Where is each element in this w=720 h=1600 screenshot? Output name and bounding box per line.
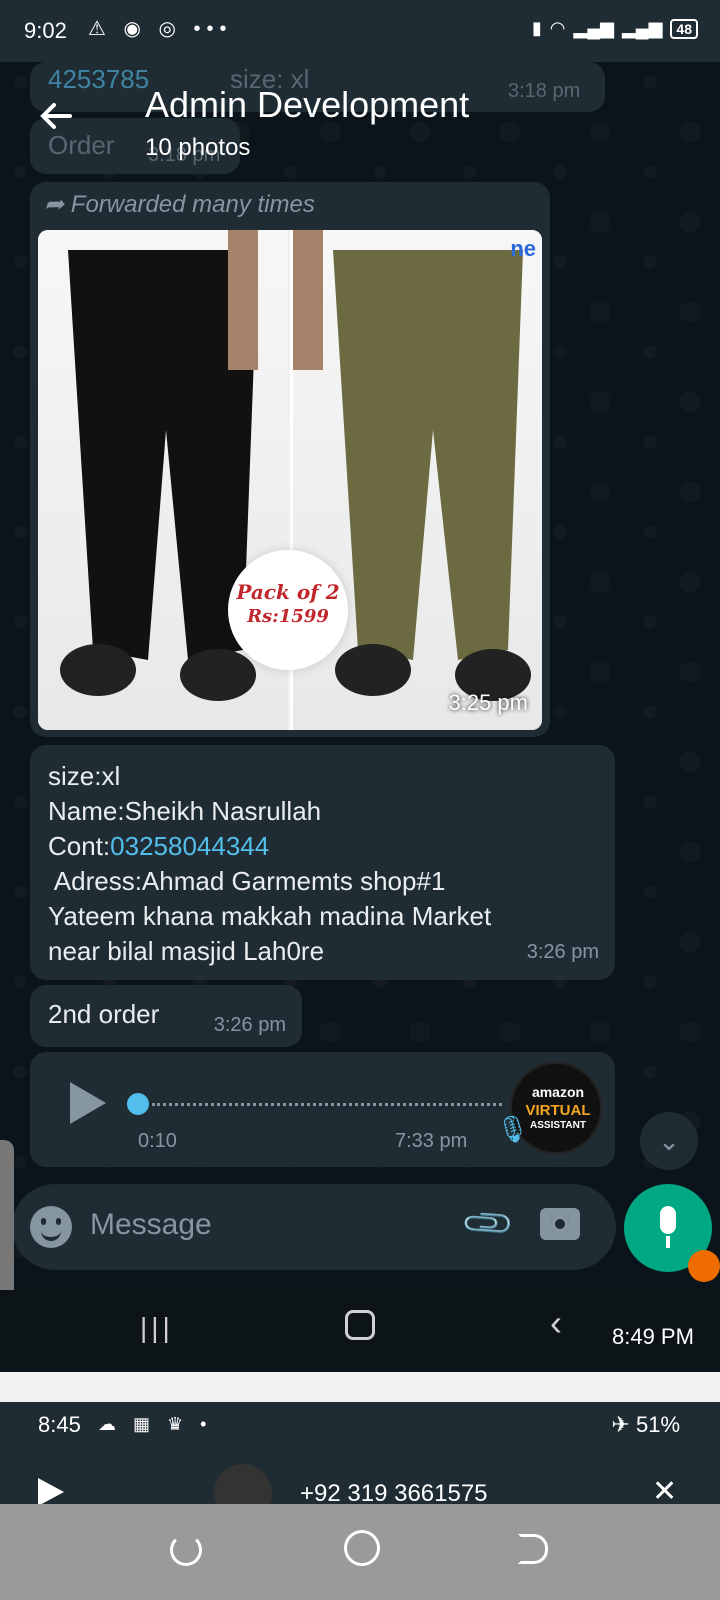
signal-icon: ▂▄▆ xyxy=(573,18,614,38)
order-address-2: Yateem khana makkah madina Market xyxy=(48,901,492,931)
order-time: 3:26 pm xyxy=(526,941,599,963)
recent-apps-icon[interactable]: ||| xyxy=(140,1312,174,1344)
product-photo[interactable]: ne Pack of 2 Rs:1599 3:25 pm xyxy=(38,230,542,730)
voice-time: 7:33 pm xyxy=(395,1130,468,1152)
system-back-icon[interactable] xyxy=(518,1534,548,1564)
chat-title[interactable]: Admin Development xyxy=(145,84,469,126)
order-name: Name:Sheikh Nasrullah xyxy=(48,796,322,826)
rotate-icon[interactable] xyxy=(170,1534,202,1566)
lower-play-icon[interactable] xyxy=(38,1478,64,1506)
phone-link[interactable]: 03258044344 xyxy=(110,831,269,861)
navigation-bar: ||| ‹ 8:49 PM xyxy=(0,1290,720,1372)
back-arrow-icon[interactable] xyxy=(36,96,76,136)
lower-call-bar: +92 319 3661575 ✕ xyxy=(0,1448,720,1522)
notification-icons: ⚠ ◉ ◎ ••• xyxy=(88,18,233,40)
system-home-icon[interactable] xyxy=(344,1530,380,1566)
attach-icon[interactable]: 📎 xyxy=(459,1195,517,1253)
second-order-text: 2nd order xyxy=(48,999,160,1029)
camera-icon[interactable] xyxy=(540,1208,580,1240)
chevron-down-icon: ⌄ xyxy=(658,1126,680,1156)
order-contact: Cont:03258044344 xyxy=(48,831,270,861)
play-icon[interactable] xyxy=(70,1082,106,1124)
price-badge: Pack of 2 Rs:1599 xyxy=(228,550,348,670)
voice-progress-thumb[interactable] xyxy=(127,1093,149,1115)
chat-subtitle[interactable]: 10 photos xyxy=(145,134,250,162)
order-size: size:xl xyxy=(48,761,121,791)
voice-message[interactable]: 0:10 7:33 pm amazon VIRTUAL ASSISTANT 🎙 xyxy=(30,1052,615,1167)
voice-duration: 0:10 xyxy=(138,1130,177,1152)
badge-price: Rs:1599 xyxy=(247,606,329,627)
brand-fragment: ne xyxy=(510,236,536,261)
photo-message[interactable]: ➦ Forwarded many times ne Pack of 2 Rs:1… xyxy=(30,182,550,737)
lower-system-icons: ✈ 51% xyxy=(611,1412,680,1437)
home-icon[interactable] xyxy=(345,1310,375,1340)
system-nav-bar xyxy=(0,1504,720,1600)
chat-screen: 9:02 ⚠ ◉ ◎ ••• ▮ ◠ ▂▄▆ ▂▄▆ 48 4253785 si… xyxy=(0,0,720,1372)
signal-icon-2: ▂▄▆ xyxy=(621,18,663,38)
battery-icon: 48 xyxy=(670,18,698,39)
status-bar: 9:02 ⚠ ◉ ◎ ••• ▮ ◠ ▂▄▆ ▂▄▆ 48 xyxy=(0,0,720,62)
second-order-message[interactable]: 2nd order 3:26 pm xyxy=(30,985,302,1047)
order-address-1: Adress:Ahmad Garmemts shop#1 xyxy=(48,866,446,896)
voice-mic-icon: 🎙 xyxy=(496,1114,530,1144)
photo-time: 3:25 pm xyxy=(448,690,529,715)
vibrate-icon: ▮ xyxy=(531,18,542,38)
lower-status-bar: 8:45 ☁ ▦ ♛ • ✈ 51% xyxy=(0,1402,720,1448)
forwarded-label: ➦ Forwarded many times xyxy=(44,191,315,218)
order-message[interactable]: size:xl Name:Sheikh Nasrullah Cont:03258… xyxy=(30,745,615,980)
voice-progress-track[interactable] xyxy=(152,1103,502,1106)
wifi-icon: ◠ xyxy=(549,18,566,38)
forwarded-icon: ➦ xyxy=(44,191,65,218)
overlay-time: 8:49 PM xyxy=(612,1324,694,1349)
olive-joggers-image xyxy=(293,230,542,730)
scroll-down-button[interactable]: ⌄ xyxy=(640,1112,698,1170)
second-order-time: 3:26 pm xyxy=(213,1014,286,1036)
system-icons: ▮ ◠ ▂▄▆ ▂▄▆ 48 xyxy=(532,18,698,39)
back-icon[interactable]: ‹ xyxy=(550,1302,562,1344)
status-time: 9:02 xyxy=(24,18,67,43)
floating-bubble-icon[interactable] xyxy=(688,1250,720,1282)
order-address-3: near bilal masjid Lah0re xyxy=(48,936,325,966)
badge-pack: Pack of 2 xyxy=(236,580,340,604)
lower-notification-icons: ☁ ▦ ♛ • xyxy=(98,1414,213,1434)
message-composer: Message 📎 xyxy=(12,1184,616,1270)
message-input[interactable]: Message xyxy=(90,1208,212,1242)
lower-status-time: 8:45 xyxy=(38,1412,81,1437)
emoji-icon[interactable] xyxy=(30,1206,72,1248)
